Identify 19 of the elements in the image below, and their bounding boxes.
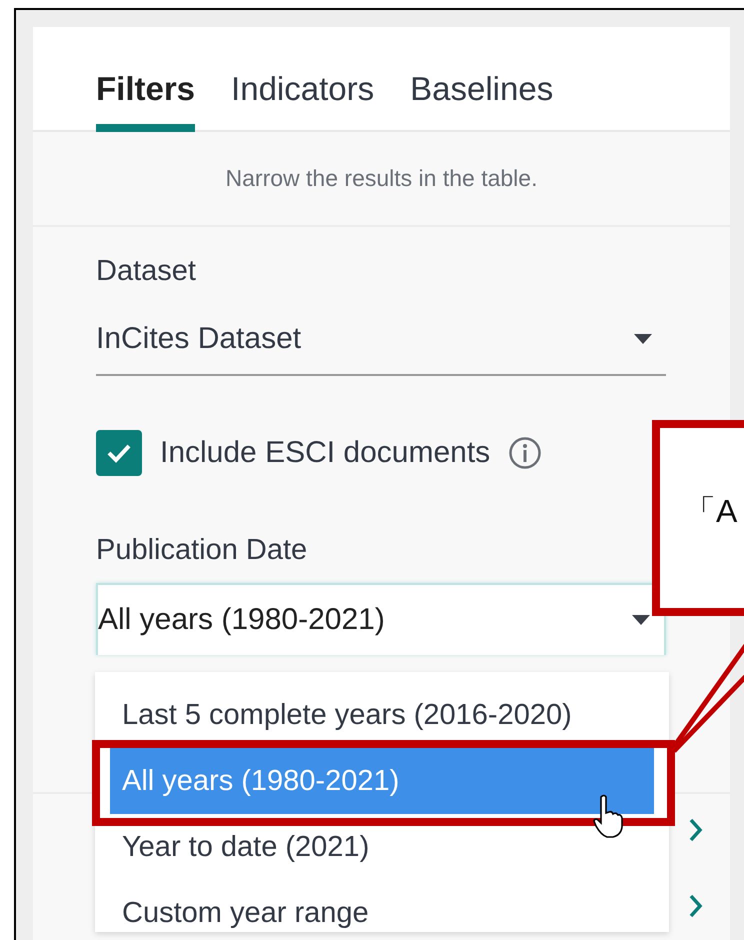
dropdown-option[interactable]: Last 5 complete years (2016-2020) (110, 682, 654, 748)
checkbox[interactable] (96, 430, 142, 476)
checkbox-label: Include ESCI documents (160, 436, 490, 470)
info-icon[interactable] (508, 436, 542, 470)
caret-icon (634, 334, 652, 344)
callout-text: 「A (684, 493, 738, 529)
dataset-select[interactable]: InCites Dataset (96, 322, 666, 376)
checkmark-icon (106, 443, 132, 463)
publication-date-label: Publication Date (96, 534, 308, 567)
dataset-label: Dataset (96, 255, 196, 288)
tab[interactable]: Filters (96, 70, 196, 132)
publication-date-select[interactable]: All years (1980-2021) (96, 583, 666, 655)
dropdown-option[interactable]: Custom year range (110, 880, 654, 940)
chevron-right-icon[interactable] (689, 894, 703, 918)
tab[interactable]: Indicators (231, 70, 374, 132)
caret-icon (632, 615, 650, 625)
chevron-right-icon[interactable] (689, 818, 703, 842)
subtitle-text: Narrow the results in the table. (226, 165, 538, 192)
tab[interactable]: Baselines (410, 70, 554, 132)
